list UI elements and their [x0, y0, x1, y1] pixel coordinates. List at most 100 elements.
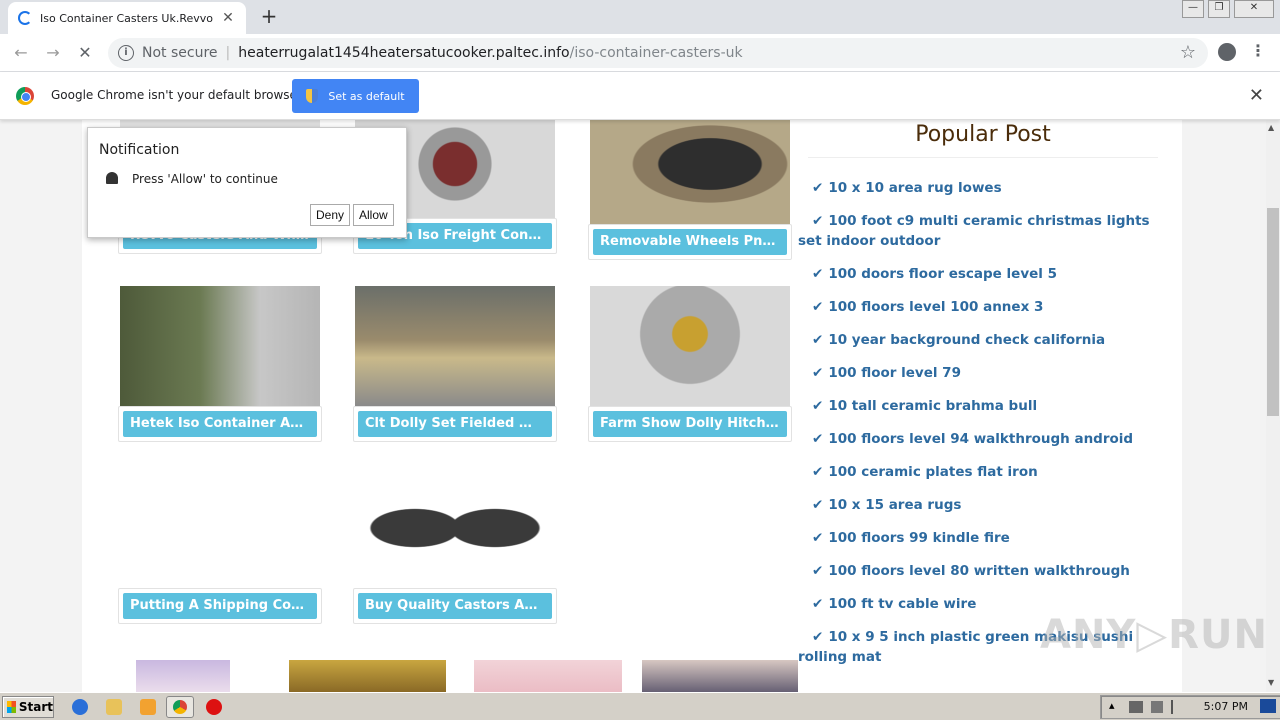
info-icon[interactable]: i	[118, 45, 134, 61]
new-tab-button[interactable]: +	[258, 6, 280, 28]
start-button[interactable]: Start	[2, 696, 54, 718]
watermark: ANY▷RUN	[1040, 612, 1268, 658]
menu-dots-icon[interactable]: ⋮	[1250, 41, 1266, 60]
gallery-label[interactable]: Clt Dolly Set Fielded With Army	[358, 411, 552, 437]
post-title[interactable]: 10 tall ceramic brahma bull	[828, 398, 1037, 414]
media-player-icon[interactable]	[140, 699, 156, 715]
thumbnail-image[interactable]	[474, 660, 622, 692]
popular-post-link[interactable]: ✔ 100 ceramic plates flat iron	[798, 462, 1162, 482]
default-browser-infobar: Google Chrome isn't your default browser…	[0, 72, 1280, 120]
vertical-scrollbar[interactable]: ▲ ▼	[1266, 120, 1280, 692]
thumbnail-image[interactable]	[289, 660, 446, 692]
gallery-label[interactable]: Putting A Shipping Container	[123, 593, 317, 619]
post-title[interactable]: 100 floors level 100 annex 3	[828, 299, 1043, 315]
set-as-default-label: Set as default	[328, 89, 405, 103]
post-title[interactable]: 100 floor level 79	[828, 365, 961, 381]
window-close-button[interactable]: ✕	[1234, 0, 1274, 18]
gallery-label-wrap: Removable Wheels Pneumatic	[588, 224, 792, 260]
checkmark-icon: ✔	[812, 563, 824, 579]
popular-post-link[interactable]: ✔ 10 tall ceramic brahma bull	[798, 396, 1162, 416]
gallery-image[interactable]	[355, 286, 555, 406]
volume-icon[interactable]	[1151, 701, 1163, 713]
gallery-label[interactable]: Hetek Iso Container And Wheels	[123, 411, 317, 437]
show-desktop-icon[interactable]	[1260, 699, 1276, 713]
gallery-card[interactable]: Putting A Shipping Container	[118, 468, 322, 624]
popular-post-sidebar: Popular Post ✔ 10 x 10 area rug lowes ✔ 10…	[798, 120, 1162, 680]
post-title[interactable]: 100 foot c9 multi ceramic christmas ligh…	[798, 213, 1150, 249]
shield-icon	[306, 89, 319, 103]
stop-sign-icon[interactable]	[206, 699, 222, 715]
thumbnail-image[interactable]	[136, 660, 230, 692]
url-host: heaterrugalat1454heatersatucooker.paltec…	[238, 45, 570, 61]
checkmark-icon: ✔	[812, 398, 824, 414]
gallery-label[interactable]: Buy Quality Castors And Wheels	[358, 593, 552, 619]
address-bar[interactable]: i Not secure | heaterrugalat1454heatersa…	[108, 38, 1208, 68]
popular-post-link[interactable]: ✔ 100 floors level 100 annex 3	[798, 297, 1162, 317]
set-as-default-button[interactable]: Set as default	[292, 79, 419, 113]
popular-post-link[interactable]: ✔ 100 ft tv cable wire	[798, 594, 1162, 614]
checkmark-icon: ✔	[812, 266, 824, 282]
popular-post-link[interactable]: ✔ 100 floors level 94 walkthrough android	[798, 429, 1162, 449]
notification-popup: Notification Press 'Allow' to continue D…	[87, 127, 407, 238]
file-explorer-icon[interactable]	[106, 699, 122, 715]
gallery-label[interactable]: Removable Wheels Pneumatic	[593, 229, 787, 255]
popular-post-link[interactable]: ✔ 100 foot c9 multi ceramic christmas lig…	[798, 211, 1162, 251]
popular-post-link[interactable]: ✔ 100 doors floor escape level 5	[798, 264, 1162, 284]
post-title[interactable]: 100 floors 99 kindle fire	[828, 530, 1010, 546]
account-icon[interactable]	[1218, 43, 1236, 61]
gallery-image[interactable]	[120, 468, 320, 588]
popular-post-link[interactable]: ✔ 10 x 10 area rug lowes	[798, 178, 1162, 198]
deny-button[interactable]: Deny	[310, 204, 351, 226]
stop-loading-icon[interactable]: ✕	[74, 42, 96, 64]
gallery-image[interactable]	[590, 120, 790, 224]
gallery-card[interactable]: Buy Quality Castors And Wheels	[353, 468, 557, 624]
gallery-label[interactable]: Farm Show Dolly Hitch Mount	[593, 411, 787, 437]
tab-close-icon[interactable]: ✕	[220, 10, 236, 26]
scrollbar-thumb[interactable]	[1267, 208, 1279, 416]
checkmark-icon: ✔	[812, 299, 824, 315]
allow-button[interactable]: Allow	[353, 204, 394, 226]
flag-icon[interactable]	[1171, 700, 1183, 714]
gallery-card[interactable]: Farm Show Dolly Hitch Mount	[588, 286, 792, 442]
gallery-image[interactable]	[355, 468, 555, 588]
checkmark-icon: ✔	[812, 332, 824, 348]
post-title[interactable]: 10 x 10 area rug lowes	[828, 180, 1001, 196]
browser-tab[interactable]: Iso Container Casters Uk.Revvo Casters ✕	[8, 2, 246, 34]
popular-post-link[interactable]: ✔ 100 floor level 79	[798, 363, 1162, 383]
post-title[interactable]: 10 x 15 area rugs	[828, 497, 961, 513]
chrome-taskbar-button[interactable]	[166, 696, 194, 718]
post-title[interactable]: 10 year background check california	[828, 332, 1105, 348]
popular-post-list: ✔ 10 x 10 area rug lowes ✔ 100 foot c9 mul…	[798, 178, 1162, 667]
post-title[interactable]: 100 ft tv cable wire	[828, 596, 976, 612]
popular-post-link[interactable]: ✔ 100 floors level 80 written walkthrough	[798, 561, 1162, 581]
scroll-down-icon[interactable]: ▼	[1268, 678, 1274, 687]
post-title[interactable]: 100 doors floor escape level 5	[828, 266, 1057, 282]
infobar-close-icon[interactable]: ✕	[1249, 85, 1264, 106]
internet-explorer-icon[interactable]	[72, 699, 88, 715]
scroll-up-icon[interactable]: ▲	[1268, 123, 1274, 132]
post-title[interactable]: 100 floors level 94 walkthrough android	[828, 431, 1133, 447]
minimize-button[interactable]: —	[1182, 0, 1204, 18]
post-title[interactable]: 100 ceramic plates flat iron	[828, 464, 1037, 480]
checkmark-icon: ✔	[812, 431, 824, 447]
popular-post-link[interactable]: ✔ 10 year background check california	[798, 330, 1162, 350]
gallery-card[interactable]: Clt Dolly Set Fielded With Army	[353, 286, 557, 442]
gallery-card[interactable]: Hetek Iso Container And Wheels	[118, 286, 322, 442]
maximize-button[interactable]: ❐	[1208, 0, 1230, 18]
sidebar-title: Popular Post	[808, 122, 1158, 158]
gallery-image[interactable]	[120, 286, 320, 406]
gallery-label-wrap: Clt Dolly Set Fielded With Army	[353, 406, 557, 442]
post-title[interactable]: 100 floors level 80 written walkthrough	[828, 563, 1130, 579]
bookmark-star-icon[interactable]: ☆	[1180, 42, 1196, 63]
gallery-card[interactable]: Removable Wheels Pneumatic	[588, 120, 792, 260]
forward-arrow-icon[interactable]: →	[42, 42, 64, 64]
popular-post-link[interactable]: ✔ 10 x 15 area rugs	[798, 495, 1162, 515]
tray-expand-icon[interactable]: ▴	[1109, 699, 1115, 712]
gallery-label-wrap: Hetek Iso Container And Wheels	[118, 406, 322, 442]
thumbnail-image[interactable]	[642, 660, 798, 692]
popular-post-link[interactable]: ✔ 100 floors 99 kindle fire	[798, 528, 1162, 548]
back-arrow-icon[interactable]: ←	[10, 42, 32, 64]
network-icon[interactable]	[1129, 701, 1143, 713]
gallery-label-wrap: Farm Show Dolly Hitch Mount	[588, 406, 792, 442]
gallery-image[interactable]	[590, 286, 790, 406]
